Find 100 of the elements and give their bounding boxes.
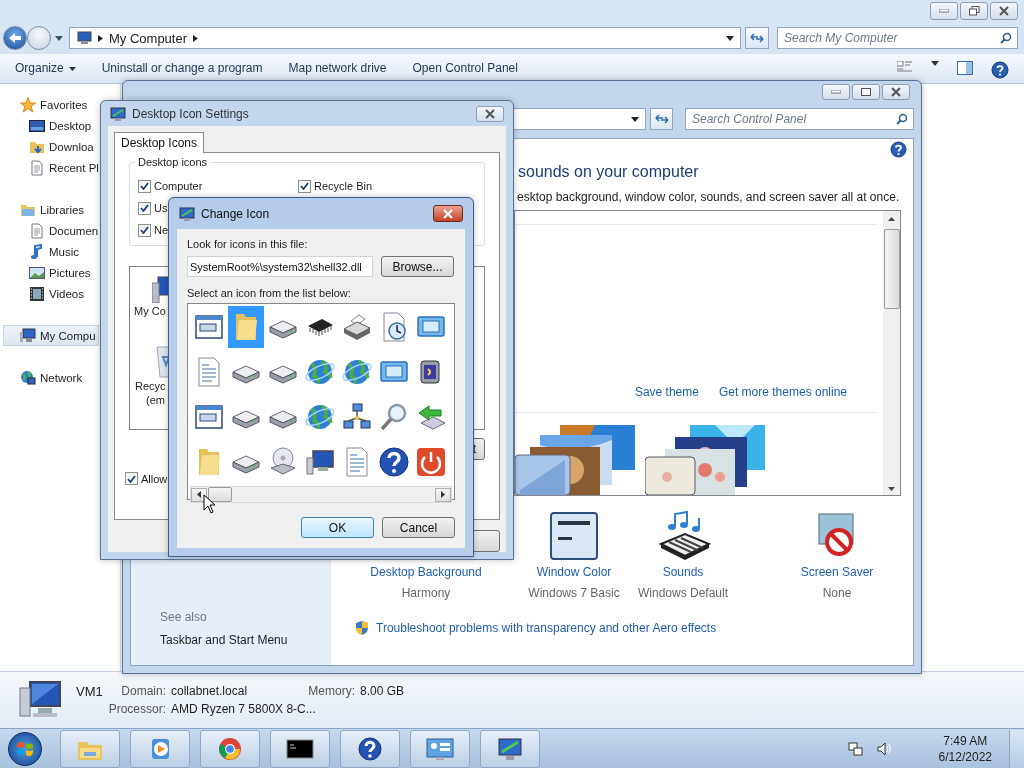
field-value: 8.00 GB (360, 684, 405, 698)
minimize-icon (831, 90, 841, 94)
nav-item[interactable]: Desktop (0, 115, 94, 136)
refresh-button[interactable] (745, 27, 769, 49)
close-button[interactable] (882, 84, 910, 100)
document-icon (29, 159, 45, 176)
help-icon[interactable] (991, 61, 1009, 79)
toolbar-button[interactable]: Map network drive (281, 59, 394, 77)
chevron-icon (98, 34, 103, 42)
nav-item[interactable]: Documen (0, 220, 101, 241)
scroll-thumb[interactable] (208, 487, 232, 502)
help-icon[interactable] (890, 141, 907, 158)
checkbox[interactable] (138, 201, 151, 215)
checkbox[interactable] (138, 223, 151, 237)
setting-link[interactable]: Screen Saver (800, 565, 874, 579)
tab[interactable]: Desktop Icons (114, 132, 205, 153)
nav-item[interactable]: Downloa (0, 136, 96, 157)
scrollbar[interactable] (883, 211, 900, 495)
close-button[interactable] (990, 2, 1018, 20)
checkbox-label: Computer (154, 180, 203, 192)
icon-label: My Co (134, 305, 166, 317)
setting-link[interactable]: Desktop Background (370, 565, 482, 579)
scroll-down-icon (888, 487, 895, 491)
search-field[interactable]: Search Control Panel (685, 108, 914, 130)
clock[interactable]: 7:49 AM 6/12/2022 (938, 732, 992, 765)
nav-item[interactable]: Music (0, 241, 82, 262)
link[interactable]: Taskbar and Start Menu (160, 633, 331, 647)
nav-item[interactable]: Pictures (0, 262, 93, 283)
close-icon (443, 208, 453, 219)
browse-button[interactable]: Browse... (381, 256, 454, 277)
taskbar-button[interactable] (270, 729, 330, 768)
restore-button[interactable] (960, 2, 988, 20)
link[interactable]: Troubleshoot problems with transparency and other Aero effects (376, 621, 717, 635)
caret-icon[interactable] (931, 61, 939, 66)
setting-value: Windows Default (637, 586, 728, 600)
close-button[interactable] (476, 105, 504, 122)
speaker-icon[interactable] (876, 740, 893, 757)
forward-button[interactable] (27, 26, 51, 50)
setting-link[interactable]: Window Color (536, 565, 612, 579)
scrollbar[interactable] (190, 486, 452, 503)
scroll-thumb[interactable] (883, 229, 900, 309)
search-field[interactable]: Search My Computer (777, 27, 1018, 49)
mouse-pointer-icon (203, 494, 215, 514)
toolbar-button[interactable]: Uninstall or change a program (94, 59, 270, 77)
checkbox[interactable] (298, 179, 311, 193)
close-icon (891, 87, 901, 97)
window-icon[interactable] (550, 512, 598, 560)
toolbar-button[interactable]: Open Control Panel (405, 59, 525, 77)
help-icon (356, 735, 384, 762)
scroll-right-button[interactable] (435, 487, 451, 502)
link[interactable]: Get more themes online (718, 385, 847, 400)
page-heading: sounds on your computer (518, 162, 700, 182)
field-value: AMD Ryzen 7 5800X 8-C... (171, 702, 317, 716)
network-icon[interactable] (847, 740, 864, 757)
window-title: Change Icon (201, 206, 270, 221)
search-icon (1000, 32, 1012, 44)
taskbar-button[interactable] (480, 729, 540, 768)
checkbox[interactable] (138, 179, 151, 193)
icon-label: (em (146, 394, 165, 406)
setting-link[interactable]: Sounds (662, 565, 704, 579)
scroll-left-icon (197, 491, 201, 498)
toolbar-button[interactable]: Organize (8, 59, 83, 77)
address-bar[interactable]: My Computer (69, 27, 741, 49)
document-icon (29, 222, 45, 239)
close-icon (999, 6, 1009, 16)
nav-item[interactable]: Videos (0, 283, 86, 304)
file-path-field[interactable]: SystemRoot%\system32\shell32.dll (187, 256, 373, 277)
nav-item[interactable]: Network (0, 367, 85, 388)
nav-item[interactable]: Libraries (0, 199, 87, 220)
nav-item[interactable]: Favorites (0, 94, 90, 115)
nav-item[interactable]: My Compu (3, 325, 99, 346)
browser-icon (216, 735, 244, 762)
computer-icon (76, 31, 92, 45)
close-button[interactable] (433, 205, 463, 222)
chevron-icon (193, 34, 199, 42)
star-icon (20, 96, 36, 113)
nav-item[interactable]: Recent Pl (0, 157, 101, 178)
computer-icon (20, 327, 36, 344)
link[interactable]: Save theme (634, 385, 699, 400)
checkbox-label: Ne (154, 224, 169, 236)
caret-icon (68, 66, 76, 71)
maximize-icon (861, 88, 871, 96)
refresh-button[interactable] (650, 108, 673, 130)
field-label: Look for icons in this file: (187, 238, 309, 250)
power-icon (415, 446, 447, 478)
maximize-button[interactable] (852, 84, 880, 100)
refresh-icon (654, 113, 669, 125)
back-arrow-icon (8, 32, 22, 44)
taskbar-button[interactable] (340, 729, 400, 768)
clock-time: 7:49 AM (943, 732, 988, 749)
checkbox[interactable] (125, 472, 138, 485)
breadcrumb[interactable]: My Computer (109, 30, 188, 46)
search-icon (896, 113, 908, 125)
dialog-button[interactable]: OK (301, 517, 374, 538)
back-button[interactable] (3, 26, 27, 50)
screen-icon (29, 117, 45, 134)
preview-pane-icon[interactable] (957, 61, 973, 75)
field-label: Domain: (121, 684, 167, 698)
dialog-button[interactable]: Cancel (382, 517, 455, 538)
field-value: collabnet.local (171, 684, 249, 698)
